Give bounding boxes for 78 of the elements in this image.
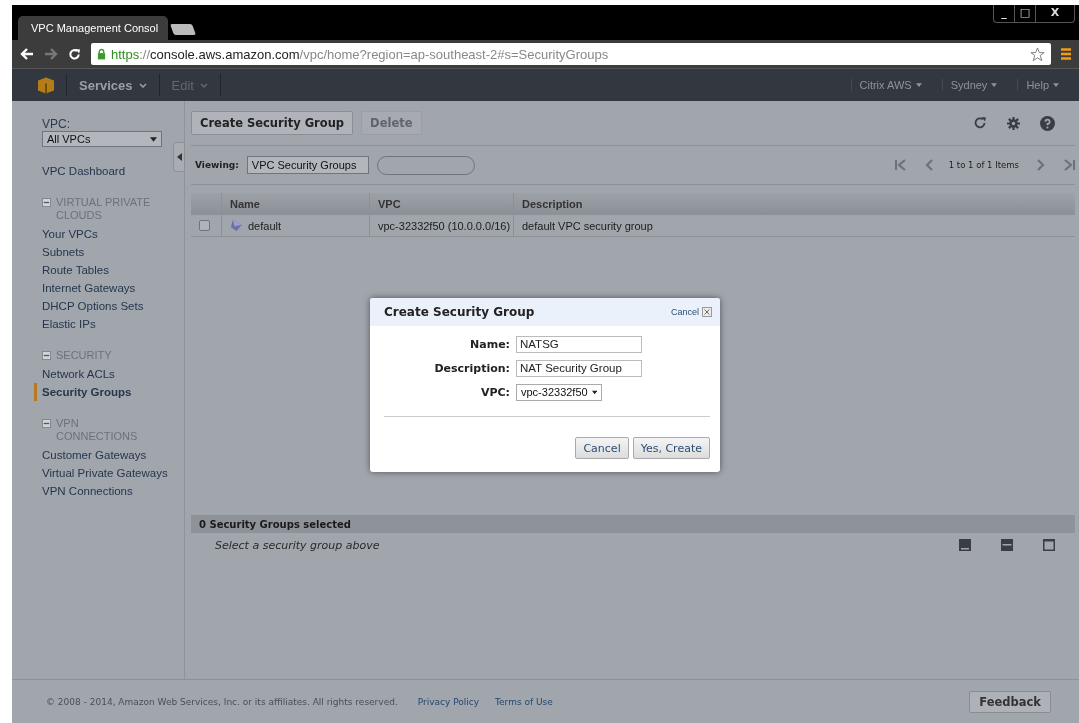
refresh-icon[interactable] [973, 116, 987, 130]
window-control-button[interactable]: _ [994, 5, 1015, 22]
nav-menu[interactable]: Services [79, 77, 147, 93]
nav-menu[interactable]: Citrix AWS [850, 79, 930, 91]
footer-link[interactable]: Privacy Policy [417, 696, 480, 707]
footer-link[interactable]: Terms of Use [495, 696, 553, 707]
nav-menu[interactable]: Help [1017, 79, 1067, 91]
panel-top-icon[interactable] [1043, 539, 1055, 551]
shield-icon [230, 219, 243, 232]
collapse-icon[interactable] [42, 351, 51, 360]
box-icon[interactable] [38, 76, 54, 94]
copyright-text: © 2008 - 2014, Amazon Web Services, Inc. or its affiliates. All rights reserved. [46, 696, 398, 707]
star-icon[interactable] [1030, 46, 1045, 62]
table-cell: default VPC security group [513, 215, 1075, 236]
forward-icon[interactable] [44, 48, 58, 60]
address-bar[interactable]: https://console.aws.amazon.com/vpc/home?region=ap-southeast-2#s=SecurityGroups [91, 43, 1051, 65]
cancel-link[interactable]: Cancel [671, 307, 699, 317]
field-label: Name: [469, 337, 510, 351]
table-cell: vpc-32332f50 (10.0.0.0/16) [369, 215, 513, 236]
sidebar-item[interactable]: Your VPCs [42, 225, 162, 243]
sidebar-item[interactable]: Route Tables [42, 261, 162, 279]
row-checkbox[interactable] [199, 220, 210, 231]
caret-icon [138, 82, 147, 88]
toolbar-button[interactable]: Create Security Group [191, 111, 354, 135]
window-control-button[interactable]: □ [1015, 5, 1036, 22]
sidebar-item[interactable]: VPC Dashboard [42, 162, 126, 180]
sidebar-item[interactable]: Customer Gateways [42, 446, 168, 464]
field-label: Description: [433, 361, 510, 375]
dialog-button[interactable]: Yes, Create [632, 437, 710, 459]
input-field[interactable]: NAT Security Group [516, 359, 642, 377]
sidebar-item[interactable]: Network ACLs [42, 365, 162, 383]
sidebar-item[interactable]: VPN Connections [42, 482, 168, 500]
caret-icon [150, 136, 157, 142]
viewing-label: Viewing: [195, 160, 239, 170]
menu-icon[interactable] [1061, 48, 1071, 60]
dialog-button[interactable]: Cancel [575, 437, 629, 459]
close-icon[interactable] [702, 307, 712, 317]
sidebar-item[interactable]: Virtual Private Gateways [42, 464, 168, 482]
panel-middle-icon[interactable] [1001, 539, 1013, 551]
caret-icon [1053, 83, 1059, 87]
browser-tab[interactable]: VPC Management Consol [18, 16, 168, 40]
caret-icon [991, 83, 998, 87]
back-icon[interactable] [20, 48, 34, 60]
dialog-title: Create Security Group [384, 305, 535, 319]
caret-icon [591, 389, 597, 395]
collapse-icon[interactable] [42, 419, 51, 428]
field-label: VPC: [479, 385, 510, 399]
window-control-button[interactable]: X [1036, 5, 1074, 22]
feedback-button[interactable]: Feedback [969, 690, 1051, 713]
nav-menu[interactable]: Sydney [941, 79, 1006, 91]
tab-title: VPC Management Consol [31, 22, 159, 34]
reload-icon[interactable] [68, 47, 81, 61]
collapse-handle[interactable] [173, 142, 185, 172]
sidebar-item[interactable]: Subnets [42, 243, 162, 261]
sidebar-item[interactable]: DHCP Options Sets [42, 297, 162, 315]
panel-bottom-icon[interactable] [959, 539, 971, 551]
sidebar-item[interactable]: Elastic IPs [42, 315, 162, 333]
pagination-summary: 1 to 1 of 1 Items [948, 160, 1019, 170]
lock-icon [97, 48, 106, 60]
table-cell: default [248, 219, 282, 232]
new-tab-button[interactable] [170, 24, 196, 35]
caret-icon [199, 82, 208, 88]
help-icon[interactable] [1040, 115, 1055, 131]
caret-icon [915, 83, 922, 87]
vpc-label: VPC: [42, 117, 70, 131]
sidebar-item[interactable]: Security Groups [34, 383, 162, 401]
input-field[interactable]: NATSG [516, 335, 642, 353]
details-hint: Select a security group above [215, 538, 380, 552]
settings-icon[interactable] [1007, 116, 1020, 130]
column-header[interactable]: Name [221, 193, 369, 214]
collapse-icon[interactable] [42, 198, 51, 207]
view-select[interactable]: VPC Security Groups [246, 156, 369, 174]
column-header[interactable]: VPC [369, 193, 513, 214]
vpc-select[interactable]: All VPCs [42, 131, 162, 147]
details-header: 0 Security Groups selected [191, 515, 1075, 533]
vpc-select[interactable]: vpc-32332f50 [516, 383, 602, 401]
sidebar-item[interactable]: Internet Gateways [42, 279, 162, 297]
column-header[interactable]: Description [513, 193, 1075, 214]
